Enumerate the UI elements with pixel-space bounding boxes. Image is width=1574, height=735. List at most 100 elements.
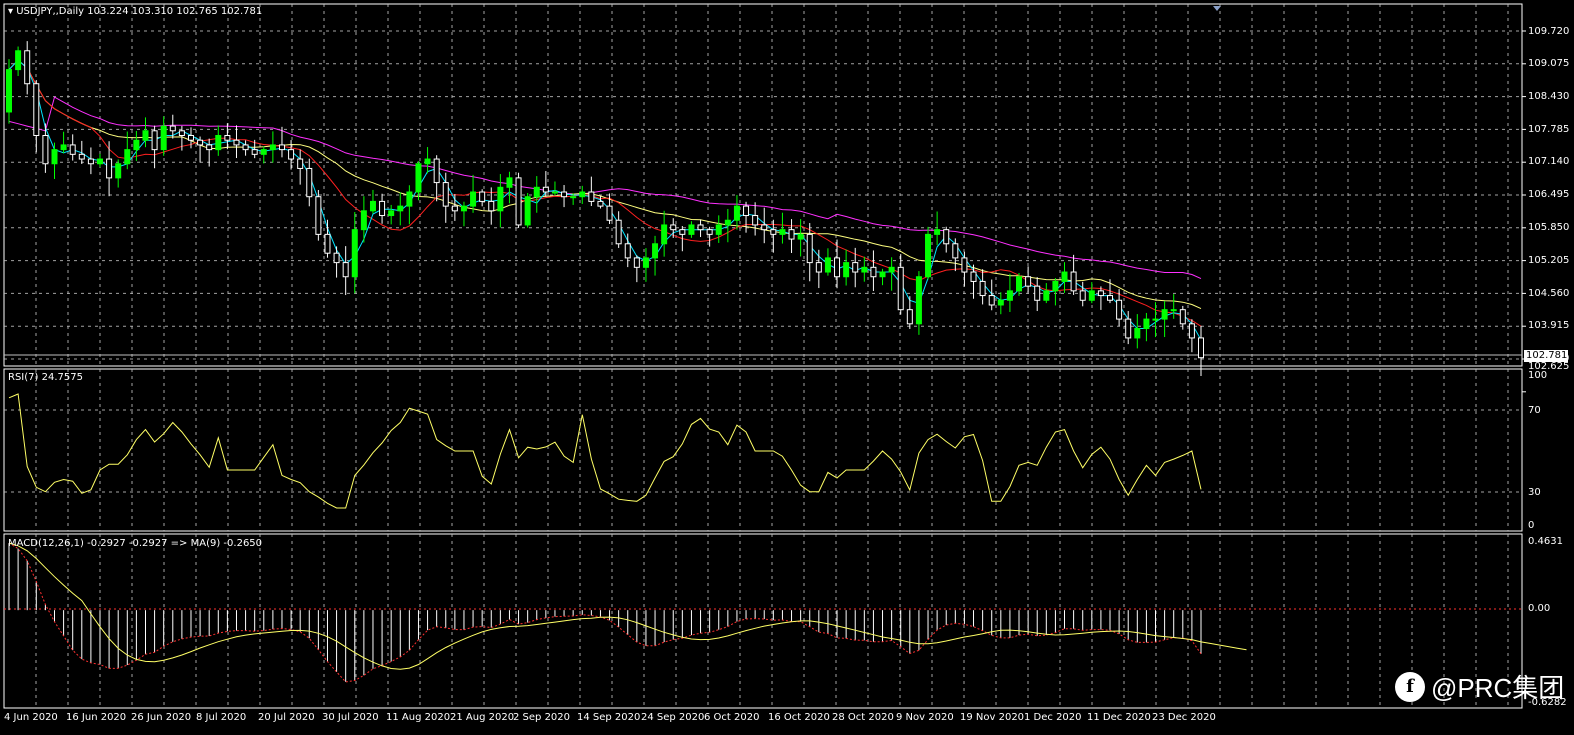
macd-tick: 0.00 <box>1528 603 1551 614</box>
watermark: f @PRC集团 <box>1395 668 1564 705</box>
candle-body <box>1116 299 1123 320</box>
candle-body <box>642 257 649 268</box>
candle-body <box>670 224 677 231</box>
candle-body <box>1079 290 1086 301</box>
candle-body <box>661 224 668 245</box>
candle-body <box>433 158 440 184</box>
time-tick: 16 Oct 2020 <box>768 712 830 723</box>
watermark-text: @PRC集团 <box>1431 673 1565 703</box>
candle-body <box>688 224 695 235</box>
candle-body <box>470 191 477 207</box>
candle-body <box>806 233 813 264</box>
time-tick: 11 Dec 2020 <box>1087 712 1151 723</box>
candle-body <box>33 83 40 137</box>
candle-body <box>797 233 804 240</box>
candle-body <box>178 130 185 137</box>
candle-body <box>151 130 158 151</box>
candle-body <box>542 186 549 193</box>
candle-body <box>479 191 486 202</box>
time-tick: 9 Nov 2020 <box>896 712 954 723</box>
candle-body <box>624 243 631 259</box>
candle-body <box>1034 285 1041 301</box>
candle-body <box>351 229 358 278</box>
candle-body <box>506 177 513 188</box>
candle-body <box>1188 323 1195 339</box>
time-tick: 21 Aug 2020 <box>450 712 515 723</box>
candle-body <box>1125 318 1132 339</box>
price-tick: 105.205 <box>1528 255 1570 266</box>
price-tick: 103.915 <box>1528 320 1570 331</box>
candle-body <box>187 135 194 141</box>
candle-body <box>342 262 349 278</box>
time-tick: 14 Sep 2020 <box>577 712 641 723</box>
time-tick: 11 Aug 2020 <box>386 712 451 723</box>
candle-body <box>1043 290 1050 301</box>
candle-body <box>697 224 704 231</box>
candle-body <box>251 149 258 155</box>
trading-chart[interactable] <box>0 0 1574 735</box>
price-tick: 107.140 <box>1528 156 1570 167</box>
candle-body <box>679 229 686 235</box>
time-tick: 2 Sep 2020 <box>513 712 571 723</box>
candle-body <box>906 309 913 325</box>
candle-body <box>51 149 58 165</box>
candle-body <box>533 186 540 198</box>
candle-body <box>169 125 176 132</box>
candle-body <box>42 135 49 165</box>
candle-body <box>551 191 558 194</box>
candle-body <box>379 200 386 217</box>
time-tick: 28 Oct 2020 <box>832 712 894 723</box>
candle-body <box>706 229 713 235</box>
candle-body <box>925 233 932 278</box>
candle-body <box>597 200 604 207</box>
candle-body <box>1143 318 1150 330</box>
candle-body <box>834 257 841 278</box>
candle-body <box>588 191 595 202</box>
candle-body <box>843 262 850 278</box>
candle-body <box>743 205 750 217</box>
candle-body <box>979 280 986 297</box>
time-tick: 26 Jun 2020 <box>131 712 192 723</box>
candle-body <box>488 200 495 212</box>
rsi-label: RSI(7) 24.7575 <box>8 372 83 383</box>
candle-body <box>943 229 950 245</box>
candle-body <box>460 205 467 212</box>
time-tick: 6 Oct 2020 <box>704 712 760 723</box>
candle-body <box>915 276 922 325</box>
candle-body <box>142 130 149 141</box>
candle-body <box>1152 318 1159 321</box>
candle-body <box>15 50 22 71</box>
candle-body <box>497 186 504 212</box>
candle-body <box>1052 280 1059 292</box>
candle-body <box>369 200 376 212</box>
candle-body <box>415 163 422 193</box>
candle-body <box>197 139 204 146</box>
time-tick: 19 Nov 2020 <box>960 712 1025 723</box>
candle-body <box>160 125 167 151</box>
price-tick: 106.495 <box>1528 189 1570 200</box>
candle-body <box>60 144 67 151</box>
candle-body <box>6 69 12 113</box>
candle-body <box>224 135 231 141</box>
macd-tick: 0.4631 <box>1528 536 1563 547</box>
candle-body <box>288 149 295 160</box>
brand-logo-icon: f <box>1395 671 1425 702</box>
candle-body <box>1088 290 1095 301</box>
candle-body <box>1006 290 1013 301</box>
dropdown-arrow-icon[interactable]: ▾ <box>8 6 16 17</box>
candle-body <box>961 257 968 273</box>
candle-body <box>715 224 722 235</box>
candle-body <box>824 257 831 273</box>
candle-body <box>1025 276 1032 287</box>
candle-body <box>397 205 404 212</box>
candle-body <box>997 299 1004 306</box>
candle-body <box>388 210 395 217</box>
candle-body <box>260 149 267 155</box>
candle-body <box>1107 295 1114 301</box>
candle-body <box>515 177 522 226</box>
candle-body <box>1097 290 1104 297</box>
candle-body <box>652 243 659 259</box>
candle-body <box>770 229 777 235</box>
candle-body <box>879 271 886 278</box>
candle-body <box>888 266 895 273</box>
